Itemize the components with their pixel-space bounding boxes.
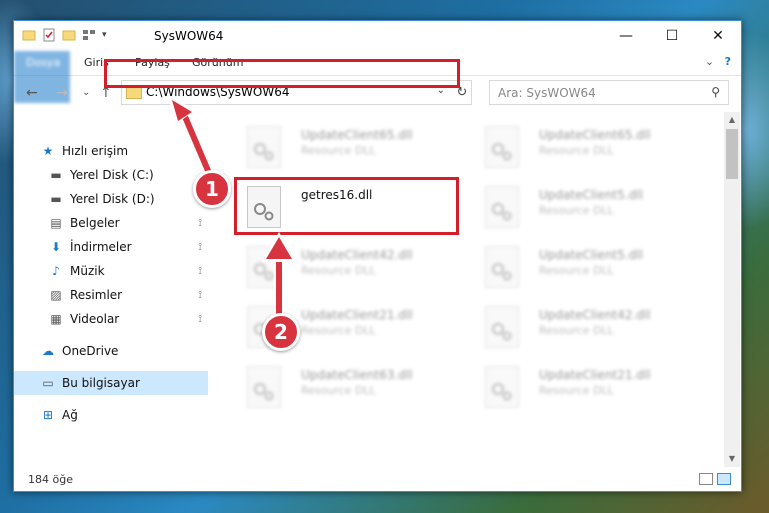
arrow-to-file	[262, 232, 296, 318]
annotation-arrows	[168, 96, 296, 318]
step-1-badge: 1	[193, 170, 231, 208]
arrow-to-address	[168, 96, 217, 182]
step-2-badge: 2	[262, 313, 300, 351]
